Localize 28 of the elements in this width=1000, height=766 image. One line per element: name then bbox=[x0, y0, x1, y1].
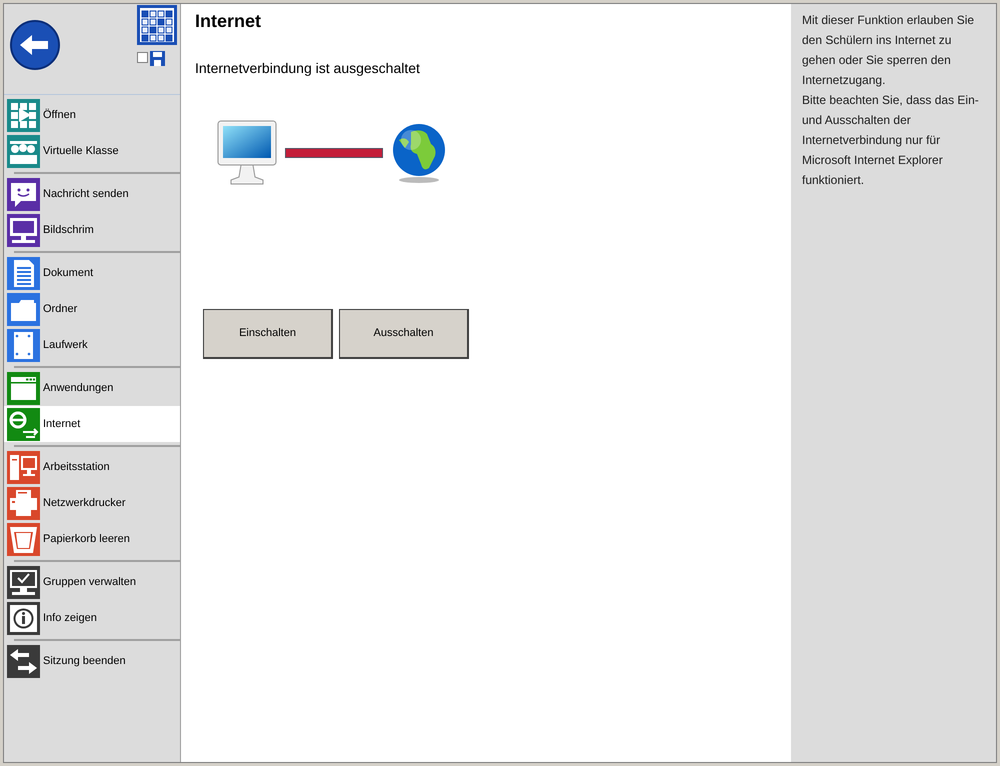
sidebar-item[interactable]: Nachricht senden bbox=[4, 176, 180, 212]
page-title: Internet bbox=[195, 10, 262, 33]
sidebar-item[interactable]: Papierkorb leeren bbox=[4, 521, 180, 557]
connection-status: Internetverbindung ist ausgeschaltet bbox=[195, 59, 421, 78]
sidebar-item[interactable]: Anwendungen bbox=[4, 370, 180, 406]
action-button[interactable]: Einschalten bbox=[203, 309, 333, 359]
help-text: Mit dieser Funktion erlauben Sie den Schülern ins Internet zu gehen oder Sie sperren den Internetzugang. bbox=[802, 12, 976, 89]
back-button[interactable] bbox=[10, 20, 60, 70]
remember-checkbox[interactable] bbox=[137, 52, 148, 63]
sidebar-item[interactable]: Laufwerk bbox=[4, 327, 180, 363]
sidebar-item[interactable]: Internet bbox=[4, 406, 180, 442]
globe-icon bbox=[391, 122, 447, 184]
action-button[interactable]: Ausschalten bbox=[339, 309, 469, 359]
sidebar-item[interactable]: Ordner bbox=[4, 291, 180, 327]
save-icon[interactable] bbox=[150, 51, 165, 66]
sidebar-item[interactable]: Info zeigen bbox=[4, 600, 180, 636]
sidebar-item[interactable]: Sitzung beenden bbox=[4, 643, 180, 679]
computer-icon bbox=[217, 120, 279, 186]
sidebar-item[interactable]: Dokument bbox=[4, 255, 180, 291]
sidebar-item[interactable]: Öffnen bbox=[4, 97, 180, 133]
sidebar-item[interactable]: Virtuelle Klasse bbox=[4, 133, 180, 169]
calendar-icon[interactable] bbox=[137, 5, 177, 45]
sidebar-item[interactable]: Bildschrim bbox=[4, 212, 180, 248]
back-arrow-icon bbox=[20, 33, 50, 57]
help-text: Bitte beachten Sie, dass das Ein- und Ausschalten der Internetverbindung nur für Microsoft Internet Explorer funktioniert. bbox=[802, 92, 980, 189]
sidebar-item[interactable]: Gruppen verwalten bbox=[4, 564, 180, 600]
sidebar-item[interactable]: Netzwerkdrucker bbox=[4, 485, 180, 521]
sidebar-item[interactable]: Arbeitsstation bbox=[4, 449, 180, 485]
